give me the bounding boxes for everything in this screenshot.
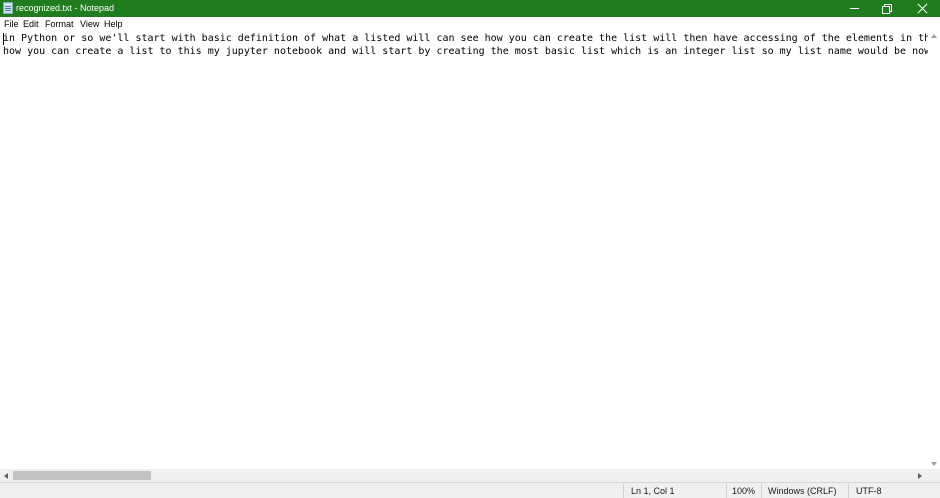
minimize-button[interactable]	[837, 0, 871, 17]
menu-help[interactable]: Help	[104, 18, 123, 30]
horizontal-scrollbar[interactable]	[0, 469, 928, 482]
status-divider	[726, 484, 727, 498]
text-editor[interactable]: in Python or so we'll start with basic d…	[0, 31, 928, 469]
status-bar: Ln 1, Col 1 100% Windows (CRLF) UTF-8	[0, 482, 940, 498]
scrollbar-corner	[928, 469, 940, 482]
menu-bar: File Edit Format View Help	[0, 17, 940, 31]
line-ending: Windows (CRLF)	[768, 486, 837, 496]
scroll-down-button[interactable]	[928, 459, 940, 469]
status-divider	[848, 484, 849, 498]
minimize-icon	[849, 8, 859, 9]
vertical-scrollbar[interactable]	[928, 31, 940, 469]
chevron-right-icon	[918, 472, 922, 479]
scroll-left-button[interactable]	[0, 469, 12, 482]
restore-button[interactable]	[870, 0, 904, 17]
text-line[interactable]: in Python or so we'll start with basic d…	[3, 32, 928, 45]
encoding: UTF-8	[856, 486, 882, 496]
scroll-up-button[interactable]	[928, 31, 940, 41]
chevron-down-icon	[931, 462, 937, 466]
status-divider	[623, 484, 624, 498]
menu-format[interactable]: Format	[45, 18, 74, 30]
text-line[interactable]: how you can create a list to this my jup…	[3, 45, 928, 58]
close-button[interactable]	[905, 0, 939, 17]
window-title: recognized.txt - Notepad	[16, 3, 115, 13]
text-caret	[3, 33, 4, 45]
title-bar[interactable]: recognized.txt - Notepad	[0, 0, 940, 17]
restore-icon	[882, 4, 892, 14]
menu-file[interactable]: File	[4, 18, 19, 30]
zoom-level: 100%	[732, 486, 756, 496]
menu-view[interactable]: View	[80, 18, 99, 30]
close-icon	[917, 3, 928, 14]
notepad-icon	[3, 2, 13, 14]
horizontal-scroll-thumb[interactable]	[13, 471, 151, 480]
menu-edit[interactable]: Edit	[23, 18, 39, 30]
scroll-right-button[interactable]	[914, 469, 926, 482]
cursor-position: Ln 1, Col 1	[631, 486, 675, 496]
chevron-left-icon	[4, 472, 8, 479]
status-divider	[761, 484, 762, 498]
chevron-up-icon	[931, 34, 937, 38]
